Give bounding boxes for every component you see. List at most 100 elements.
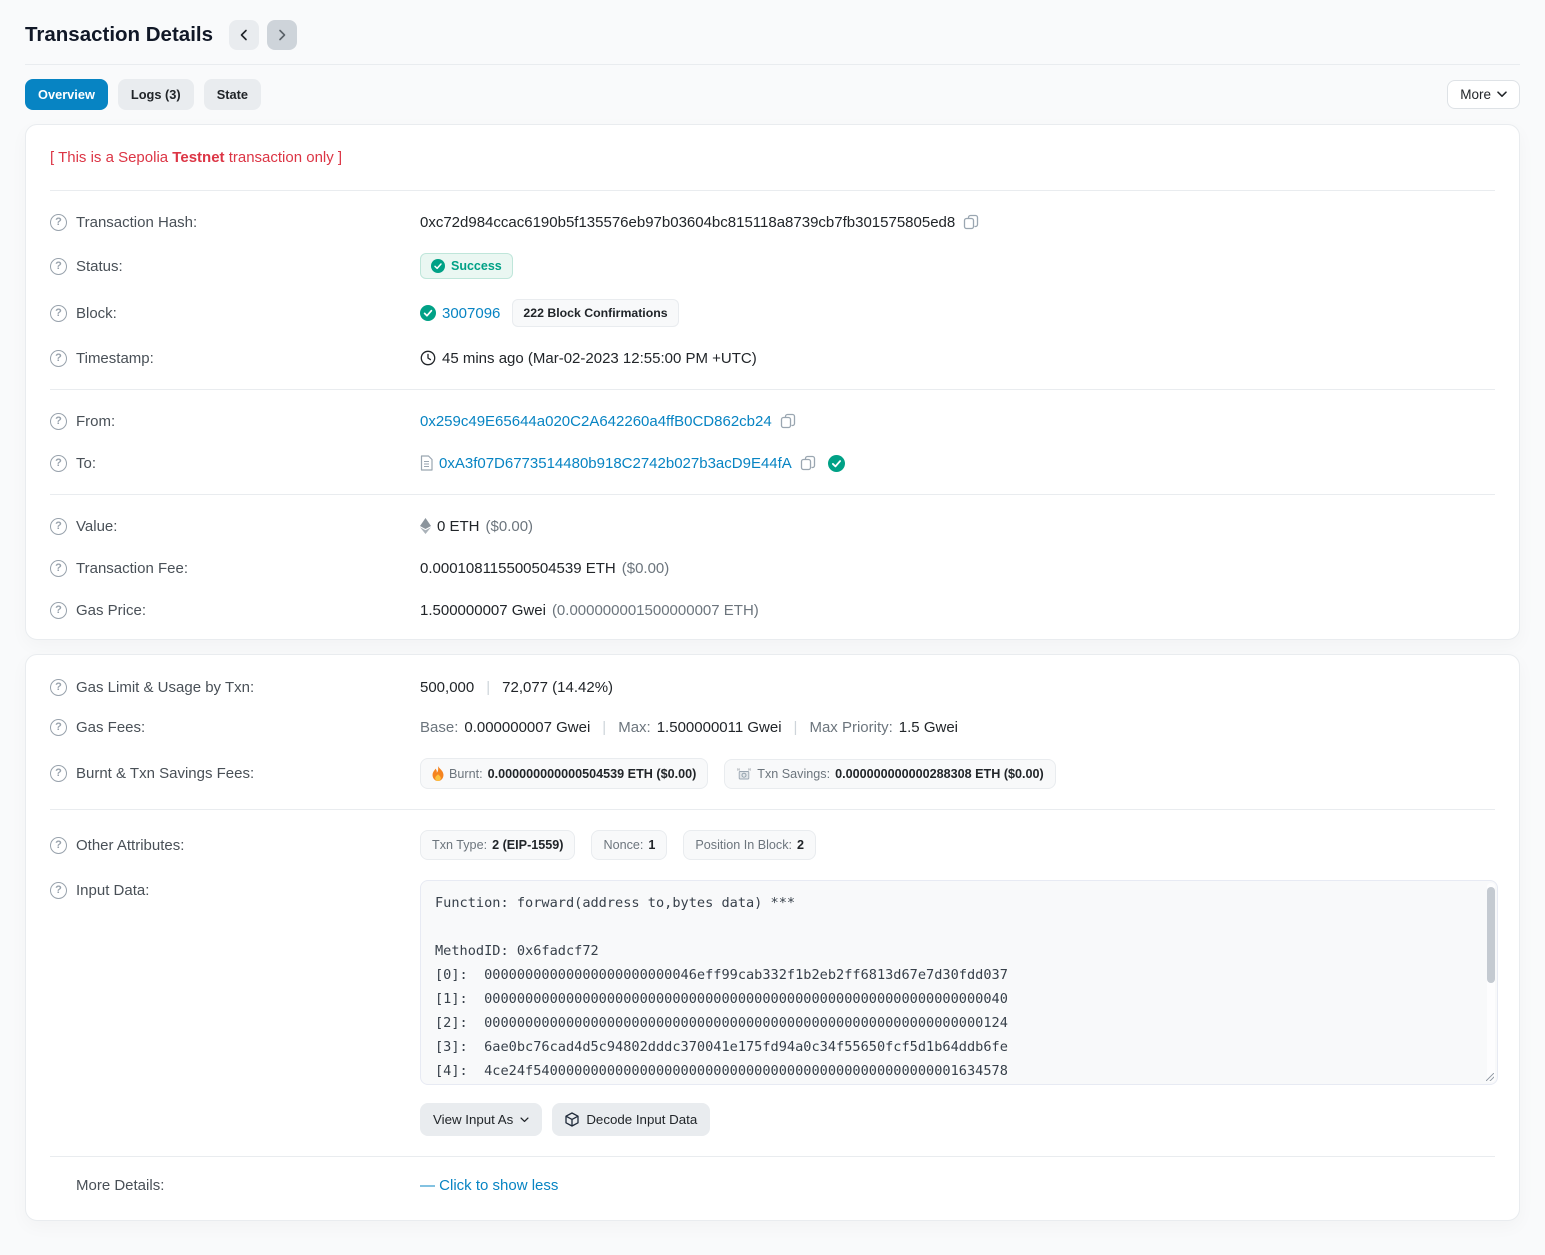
max-priority-label: Max Priority:	[809, 719, 892, 736]
tab-logs[interactable]: Logs (3)	[118, 79, 194, 110]
row-transaction-hash: ? Transaction Hash: 0xc72d984ccac6190b5f…	[50, 201, 1495, 243]
input-scrollbar-track[interactable]	[1487, 883, 1495, 1082]
help-icon[interactable]: ?	[50, 560, 67, 577]
more-label: More	[1460, 87, 1491, 102]
copy-hash-button[interactable]	[961, 214, 981, 230]
row-more-details: More Details: — Click to show less	[50, 1167, 1495, 1212]
divider	[50, 190, 1495, 191]
chevron-down-icon	[520, 1117, 529, 1123]
burnt-fee-badge: Burnt: 0.000000000000504539 ETH ($0.00)	[420, 758, 708, 789]
more-dropdown-button[interactable]: More	[1447, 80, 1520, 109]
gas-price-label: Gas Price:	[76, 602, 146, 619]
status-text: Success	[451, 259, 502, 273]
divider	[50, 809, 1495, 810]
help-icon[interactable]: ?	[50, 679, 67, 696]
row-block: ? Block: 3007096 222 Block Confirmations	[50, 289, 1495, 337]
help-icon[interactable]: ?	[50, 413, 67, 430]
row-status: ? Status: Success	[50, 243, 1495, 289]
notice-bold: Testnet	[172, 149, 224, 166]
help-icon[interactable]: ?	[50, 719, 67, 736]
help-icon[interactable]: ?	[50, 455, 67, 472]
copy-icon	[780, 413, 796, 429]
show-less-link[interactable]: — Click to show less	[420, 1177, 558, 1194]
row-gas-fees: ? Gas Fees: Base: 0.000000007 Gwei | Max…	[50, 706, 1495, 748]
help-icon[interactable]: ?	[50, 214, 67, 231]
contract-file-icon	[420, 455, 433, 471]
separator: |	[788, 719, 804, 736]
input-data-box[interactable]: Function: forward(address to,bytes data)…	[420, 880, 1498, 1085]
help-icon[interactable]: ?	[50, 765, 67, 782]
to-address-link[interactable]: 0xA3f07D6773514480b918C2742b027b3acD9E44…	[439, 455, 792, 472]
value-label: Value:	[76, 518, 117, 535]
tabs-row: Overview Logs (3) State More	[25, 79, 1520, 110]
chevron-left-icon	[238, 29, 250, 41]
max-fee-value: 1.500000011 Gwei	[657, 719, 782, 736]
header-divider	[25, 64, 1520, 65]
view-input-as-label: View Input As	[433, 1112, 513, 1127]
help-icon[interactable]: ?	[50, 350, 67, 367]
from-address-link[interactable]: 0x259c49E65644a020C2A642260a4ffB0CD862cb…	[420, 413, 772, 430]
block-confirmations-badge: 222 Block Confirmations	[512, 299, 678, 327]
row-timestamp: ? Timestamp: 45 mins ago (Mar-02-2023 12…	[50, 337, 1495, 379]
divider	[50, 1156, 1495, 1157]
help-icon[interactable]: ?	[50, 305, 67, 322]
eth-icon	[420, 518, 431, 534]
help-icon[interactable]: ?	[50, 258, 67, 275]
tab-overview[interactable]: Overview	[25, 79, 108, 110]
help-icon[interactable]: ?	[50, 882, 67, 899]
base-fee-value: 0.000000007 Gwei	[464, 719, 590, 736]
decode-input-data-button[interactable]: Decode Input Data	[552, 1103, 710, 1136]
timestamp-label: Timestamp:	[76, 350, 154, 367]
other-attributes-label: Other Attributes:	[76, 837, 184, 854]
transaction-fee-usd: ($0.00)	[622, 560, 670, 577]
input-data-text[interactable]: Function: forward(address to,bytes data)…	[421, 881, 1497, 1084]
position-label: Position In Block:	[695, 838, 792, 852]
help-icon[interactable]: ?	[50, 837, 67, 854]
check-circle-icon	[431, 259, 445, 273]
previous-transaction-button[interactable]	[229, 20, 259, 50]
transaction-fee-label: Transaction Fee:	[76, 560, 188, 577]
testnet-notice: [ This is a Sepolia Testnet transaction …	[50, 133, 1495, 180]
gas-limit-label: Gas Limit & Usage by Txn:	[76, 679, 254, 696]
details-card: ? Gas Limit & Usage by Txn: 500,000 | 72…	[25, 654, 1520, 1221]
chevron-down-icon	[1497, 91, 1507, 98]
status-badge: Success	[420, 253, 513, 279]
row-gas-price: ? Gas Price: 1.500000007 Gwei (0.0000000…	[50, 589, 1495, 631]
view-input-as-button[interactable]: View Input As	[420, 1103, 542, 1136]
copy-from-button[interactable]	[778, 413, 798, 429]
block-number-link[interactable]: 3007096	[442, 305, 500, 322]
separator: |	[480, 679, 496, 696]
input-scrollbar-thumb[interactable]	[1487, 887, 1495, 983]
cube-icon	[565, 1112, 579, 1127]
to-label: To:	[76, 455, 96, 472]
notice-prefix: [ This is a Sepolia	[50, 149, 172, 166]
base-fee-label: Base:	[420, 719, 458, 736]
nonce-value: 1	[648, 838, 655, 852]
value-usd: ($0.00)	[486, 518, 534, 535]
txn-type-value: 2 (EIP-1559)	[492, 838, 563, 852]
separator: |	[596, 719, 612, 736]
burnt-label: Burnt:	[449, 767, 483, 781]
value-amount: 0 ETH	[437, 518, 480, 535]
txn-savings-label: Txn Savings:	[757, 767, 830, 781]
transaction-fee-amount: 0.000108115500504539 ETH	[420, 560, 616, 577]
copy-to-button[interactable]	[798, 455, 818, 471]
gas-usage-value: 72,077 (14.42%)	[502, 679, 613, 696]
row-other-attributes: ? Other Attributes: Txn Type: 2 (EIP-155…	[50, 820, 1495, 870]
position-value: 2	[797, 838, 804, 852]
row-transaction-fee: ? Transaction Fee: 0.000108115500504539 …	[50, 547, 1495, 589]
transaction-details-page: Transaction Details Overview Logs (3) St…	[0, 0, 1545, 1255]
transaction-hash-value: 0xc72d984ccac6190b5f135576eb97b03604bc81…	[420, 214, 955, 231]
help-icon[interactable]: ?	[50, 602, 67, 619]
next-transaction-button[interactable]	[267, 20, 297, 50]
txn-savings-value: 0.000000000000288308 ETH ($0.00)	[835, 767, 1044, 781]
resize-handle[interactable]	[1485, 1072, 1495, 1082]
divider	[50, 494, 1495, 495]
burnt-savings-label: Burnt & Txn Savings Fees:	[76, 765, 254, 782]
row-input-data: ? Input Data: Function: forward(address …	[50, 870, 1495, 1095]
row-value: ? Value: 0 ETH ($0.00)	[50, 505, 1495, 547]
tab-state[interactable]: State	[204, 79, 261, 110]
gas-price-amount: 1.500000007 Gwei	[420, 602, 546, 619]
tab-list: Overview Logs (3) State	[25, 79, 261, 110]
help-icon[interactable]: ?	[50, 518, 67, 535]
